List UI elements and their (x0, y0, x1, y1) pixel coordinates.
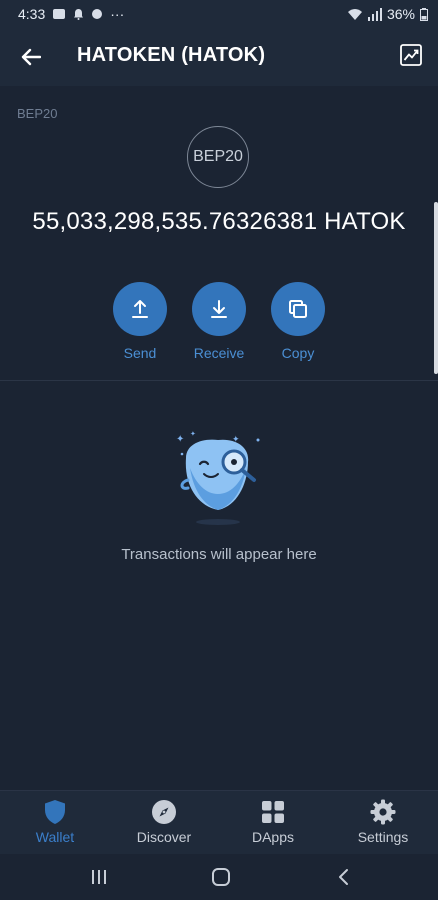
network-label: BEP20 (17, 106, 58, 121)
scrollbar[interactable] (434, 202, 438, 374)
copy-label: Copy (281, 345, 315, 361)
battery-percent: 36% (386, 6, 415, 22)
action-row: Send Receive Copy (0, 282, 438, 372)
home-button[interactable] (206, 864, 236, 890)
nav-item-settings[interactable]: Settings (333, 799, 433, 845)
shield-icon (42, 799, 68, 825)
recent-apps-icon (92, 870, 106, 884)
status-left: 4:33 ··· (18, 6, 124, 22)
token-logo: BEP20 (187, 126, 249, 188)
page-title: HATOKEN (HATOK) (77, 44, 266, 66)
receive-circle[interactable] (192, 282, 246, 336)
recent-apps-button[interactable] (84, 864, 114, 890)
status-bar: 4:33 ··· 36% (0, 0, 438, 28)
svg-text:✦: ✦ (176, 434, 184, 445)
nav-item-wallet[interactable]: Wallet (5, 799, 105, 845)
copy-button[interactable]: Copy (258, 282, 338, 361)
gallery-notification-icon (53, 9, 66, 19)
nav-item-discover[interactable]: Discover (114, 799, 214, 845)
compass-icon (151, 799, 177, 825)
token-balance: 55,033,298,535.76326381 HATOK (32, 208, 406, 235)
download-icon (211, 300, 227, 318)
svg-text:✦: ✦ (190, 430, 196, 438)
price-chart-icon (400, 44, 422, 66)
chevron-left-icon (339, 869, 348, 885)
nav-label-dapps: DApps (251, 829, 295, 845)
copy-circle[interactable] (271, 282, 325, 336)
arrow-left-icon (21, 48, 41, 66)
system-back-button[interactable] (328, 864, 358, 890)
nav-label-discover: Discover (136, 829, 192, 845)
nav-item-dapps[interactable]: DApps (223, 799, 323, 845)
signal-icon (367, 7, 382, 21)
send-circle[interactable] (113, 282, 167, 336)
price-chart-button[interactable] (400, 44, 424, 68)
app-header: HATOKEN (HATOK) (0, 28, 438, 86)
bottom-navigation: Wallet Discover DApps Settings (0, 790, 438, 855)
upload-icon (132, 300, 148, 318)
send-label: Send (123, 345, 157, 361)
gear-icon (370, 799, 396, 825)
battery-icon (420, 7, 428, 21)
receive-label: Receive (193, 345, 245, 361)
home-icon (212, 868, 230, 886)
empty-state-message: Transactions will appear here (121, 546, 317, 563)
more-notifications: ··· (110, 6, 125, 22)
nav-label-settings: Settings (357, 829, 409, 845)
vpn-notification-icon (92, 9, 103, 19)
bell-notification-icon (74, 9, 84, 20)
back-button[interactable] (16, 42, 46, 72)
magnifier-mascot-icon: ✦ ✦ ✦ (168, 428, 268, 528)
section-divider (0, 380, 438, 381)
wifi-icon (347, 8, 362, 20)
copy-icon (289, 300, 307, 318)
nav-label-wallet: Wallet (35, 829, 75, 845)
send-button[interactable]: Send (100, 282, 180, 361)
status-time: 4:33 (18, 6, 46, 22)
grid-icon (260, 799, 286, 825)
receive-button[interactable]: Receive (179, 282, 259, 361)
token-logo-text: BEP20 (193, 148, 243, 165)
system-navigation-bar (0, 854, 438, 900)
status-right: 36% (347, 6, 428, 22)
